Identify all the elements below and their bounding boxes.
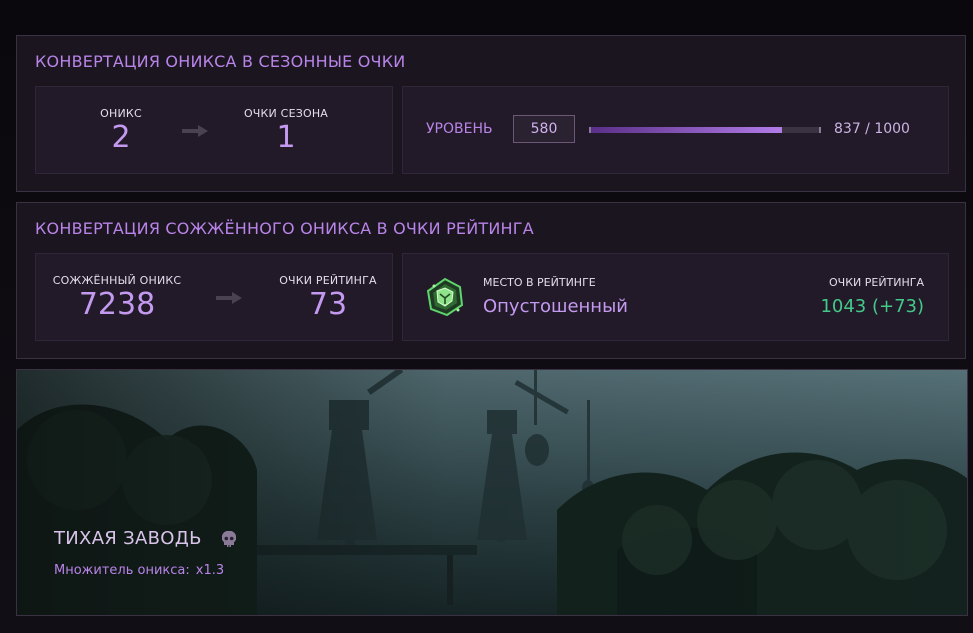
map-background-image [17, 370, 967, 615]
rank-name: Опустошенный [483, 296, 628, 317]
arrow-right-icon [182, 125, 208, 137]
level-progress-fill [591, 127, 782, 133]
season-points-value: 1 [276, 120, 296, 155]
burned-conversion-panel: КОНВЕРТАЦИЯ СОЖЖЁННОГО ОНИКСА В ОЧКИ РЕЙ… [16, 202, 966, 359]
arrow-right-icon [216, 292, 242, 304]
map-name: ТИХАЯ ЗАВОДЬ [54, 528, 202, 549]
onyx-conversion-panel: КОНВЕРТАЦИЯ ОНИКСА В СЕЗОННЫЕ ОЧКИ ОНИКС… [16, 35, 966, 192]
onyx-conversion-title: КОНВЕРТАЦИЯ ОНИКСА В СЕЗОННЫЕ ОЧКИ [35, 52, 406, 71]
rank-label: МЕСТО В РЕЙТИНГЕ [483, 276, 596, 289]
onyx-exchange-box: ОНИКС 2 ОЧКИ СЕЗОНА 1 [35, 86, 393, 174]
burned-onyx-label: СОЖЖЁННЫЙ ОНИКС [52, 274, 182, 287]
multiplier-label: Множитель оникса: [54, 563, 190, 578]
level-progress-bar [589, 127, 821, 133]
level-progress-text: 837 / 1000 [834, 121, 910, 137]
rating-points-label: ОЧКИ РЕЙТИНГА [279, 274, 377, 287]
multiplier-value: x1.3 [195, 563, 225, 578]
burned-onyx-value: 7238 [78, 287, 156, 322]
onyx-label: ОНИКС [100, 107, 142, 120]
rank-points-label: ОЧКИ РЕЙТИНГА [829, 276, 924, 289]
rank-points-value: 1043 (+73) [820, 296, 924, 317]
rating-points-cell: ОЧКИ РЕЙТИНГА 73 [276, 274, 380, 321]
onyx-multiplier: Множитель оникса: x1.3 [54, 563, 224, 578]
burned-onyx-cell: СОЖЖЁННЫЙ ОНИКС 7238 [50, 274, 184, 321]
level-input[interactable]: 580 [513, 115, 575, 143]
onyx-cell: ОНИКС 2 [86, 107, 156, 154]
rank-box: МЕСТО В РЕЙТИНГЕ Опустошенный ОЧКИ РЕЙТИ… [402, 253, 949, 341]
season-points-cell: ОЧКИ СЕЗОНА 1 [236, 107, 336, 154]
burned-exchange-box: СОЖЖЁННЫЙ ОНИКС 7238 ОЧКИ РЕЙТИНГА 73 [35, 253, 393, 341]
ravaged-rank-icon [426, 277, 464, 317]
level-box: УРОВЕНЬ 580 837 / 1000 [402, 86, 949, 174]
skull-icon [222, 531, 236, 547]
map-card[interactable]: ТИХАЯ ЗАВОДЬ Множитель оникса: x1.3 [16, 369, 968, 616]
level-label: УРОВЕНЬ [426, 121, 493, 137]
burned-conversion-title: КОНВЕРТАЦИЯ СОЖЖЁННОГО ОНИКСА В ОЧКИ РЕЙ… [35, 219, 534, 238]
season-points-label: ОЧКИ СЕЗОНА [243, 107, 329, 120]
onyx-value: 2 [111, 120, 131, 155]
rating-points-value: 73 [308, 287, 348, 322]
